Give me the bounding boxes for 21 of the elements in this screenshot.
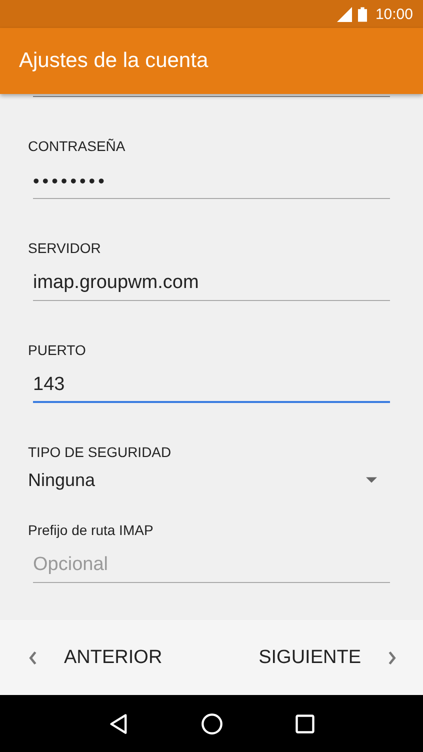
field-label: CONTRASEÑA	[28, 137, 126, 155]
home-icon[interactable]	[200, 712, 222, 734]
password-field[interactable]: ••••••••	[33, 163, 390, 199]
app-bar-title: Ajustes de la cuenta	[19, 49, 208, 73]
status-time: 10:00	[375, 6, 413, 22]
input-field[interactable]: 143	[33, 367, 390, 403]
field-label: SERVIDOR	[28, 239, 102, 257]
chevron-left-icon	[28, 650, 38, 664]
previous-button[interactable]: ANTERIOR	[28, 640, 162, 674]
recents-icon[interactable]	[294, 712, 316, 734]
input-field[interactable]: imap.groupwm.com	[33, 265, 390, 301]
back-icon[interactable]	[108, 712, 130, 734]
field-label: TIPO DE SEGURIDAD	[28, 443, 172, 461]
battery-icon	[358, 6, 368, 22]
caret-icon	[366, 477, 377, 483]
signal-icon	[337, 6, 352, 22]
field-label: Prefijo de ruta IMAP	[28, 521, 154, 539]
security-dropdown[interactable]: Ninguna	[28, 467, 390, 493]
next-button[interactable]: SIGUIENTE	[258, 640, 397, 674]
chevron-right-icon	[387, 650, 397, 664]
field-label: PUERTO	[28, 341, 87, 359]
